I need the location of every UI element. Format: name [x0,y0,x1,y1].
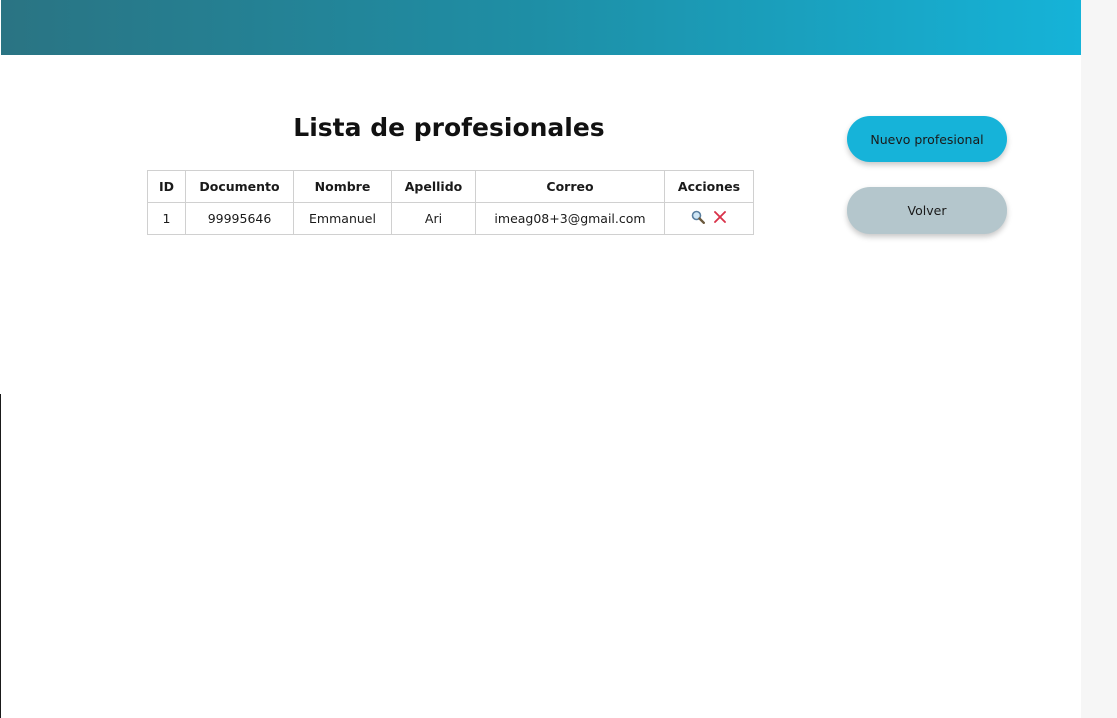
cell-id: 1 [147,202,186,235]
column-header-id: ID [147,170,186,203]
search-icon[interactable] [691,210,706,227]
back-button[interactable]: Volver [847,187,1007,234]
column-header-correo: Correo [475,170,665,203]
cell-acciones [664,202,754,235]
table-row: 1 99995646 Emmanuel Ari imeag08+3@gmail.… [147,202,754,235]
column-header-nombre: Nombre [293,170,392,203]
cell-nombre: Emmanuel [293,202,392,235]
page-title: Lista de profesionales [293,113,605,142]
table-header-row: ID Documento Nombre Apellido Correo Acci… [147,170,754,203]
window-edge [0,394,1,718]
close-icon[interactable] [713,210,727,227]
column-header-documento: Documento [185,170,294,203]
header-bar [1,0,1081,55]
new-professional-button[interactable]: Nuevo profesional [847,116,1007,162]
cell-apellido: Ari [391,202,476,235]
cell-documento: 99995646 [185,202,294,235]
cell-correo: imeag08+3@gmail.com [475,202,665,235]
page-container: Lista de profesionales ID Documento Nomb… [0,0,1081,718]
professionals-table: ID Documento Nombre Apellido Correo Acci… [147,170,754,235]
column-header-acciones: Acciones [664,170,754,203]
column-header-apellido: Apellido [391,170,476,203]
